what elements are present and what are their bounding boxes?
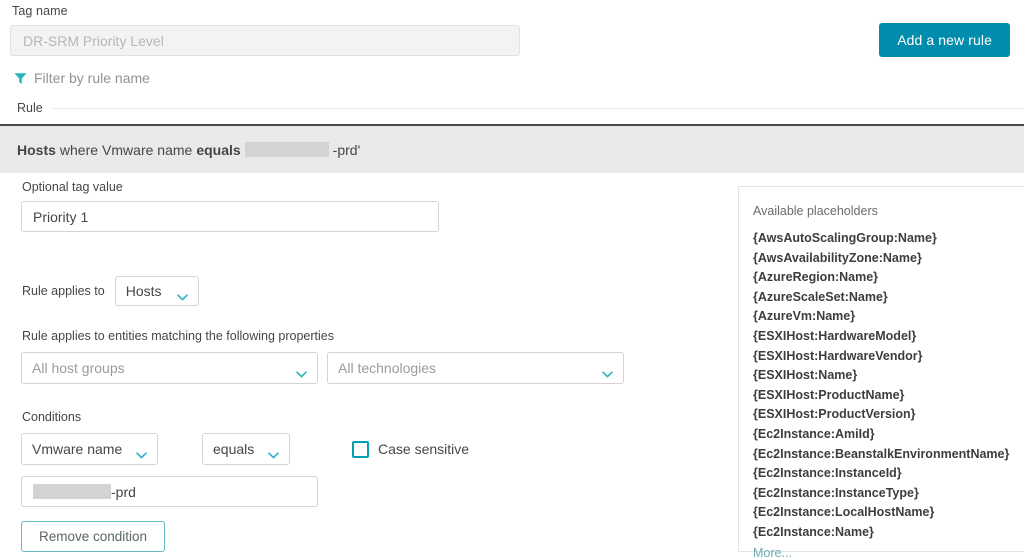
optional-tag-value-text: Priority 1 [33,208,89,225]
technologies-value: All technologies [338,360,437,376]
funnel-icon [14,72,27,85]
host-groups-select[interactable]: All host groups [21,352,318,384]
rule-applies-to-row: Rule applies to Hosts [22,276,720,306]
tag-name-label: Tag name [12,4,68,18]
available-placeholders-title: Available placeholders [753,204,878,218]
placeholder-item[interactable]: {Ec2Instance:InstanceType} [753,484,1024,504]
rule-entity-type: Hosts [17,141,56,158]
tag-name-input[interactable]: DR-SRM Priority Level [10,25,520,56]
tag-name-input-placeholder: DR-SRM Priority Level [23,32,164,49]
rule-where-keyword: where [59,141,99,158]
host-groups-value: All host groups [32,360,125,376]
remove-condition-button[interactable]: Remove condition [21,521,165,552]
filter-by-rule-name-input[interactable]: Filter by rule name [14,70,150,86]
redacted-value-block [33,484,111,499]
chevron-down-icon [176,288,188,301]
condition-value-input[interactable]: -prd [21,476,318,507]
tag-editor-header: Tag name DR-SRM Priority Level Add a new… [0,0,1024,57]
rule-summary-row[interactable]: Hosts where Vmware name equals -prd' [0,124,1024,173]
filter-placeholder-text: Filter by rule name [34,70,150,86]
rule-detail-form: Optional tag value Priority 1 Rule appli… [0,180,720,552]
placeholder-item[interactable]: {ESXIHost:ProductName} [753,386,1024,406]
rule-column-label: Rule [17,101,43,115]
condition-operator-value: equals [213,441,255,457]
placeholder-item[interactable]: {ESXIHost:Name} [753,366,1024,386]
rule-header-divider [52,107,1024,109]
placeholder-item[interactable]: {Ec2Instance:BeanstalkEnvironmentName} [753,445,1024,465]
condition-row: Vmware name equals Case sensitive [21,433,720,465]
placeholder-item[interactable]: {Ec2Instance:AmiId} [753,425,1024,445]
redacted-value-block [244,142,329,157]
placeholder-item[interactable]: {AzureScaleSet:Name} [753,288,1024,308]
placeholder-item[interactable]: {Ec2Instance:InstanceId} [753,464,1024,484]
placeholder-list: {AwsAutoScalingGroup:Name} {AwsAvailabili… [753,229,1024,543]
condition-attribute-select[interactable]: Vmware name [21,433,158,465]
placeholder-item[interactable]: {ESXIHost:ProductVersion} [753,405,1024,425]
case-sensitive-checkbox[interactable] [352,440,369,458]
placeholder-item[interactable]: {AzureRegion:Name} [753,268,1024,288]
placeholder-item[interactable]: {AwsAutoScalingGroup:Name} [753,229,1024,249]
chevron-down-icon [268,446,279,459]
chevron-down-icon [136,446,147,459]
placeholder-item[interactable]: {Ec2Instance:LocalHostName} [753,503,1024,523]
rule-column-header: Rule [0,101,1024,115]
conditions-label: Conditions [22,410,82,424]
matching-properties-row: All host groups All technologies [21,352,720,384]
placeholder-item[interactable]: {AwsAvailabilityZone:Name} [753,249,1024,269]
placeholder-item[interactable]: {AzureVm:Name} [753,307,1024,327]
placeholder-item[interactable]: {Ec2Instance:Name} [753,523,1024,543]
case-sensitive-toggle[interactable]: Case sensitive [352,440,470,458]
more-placeholders-link[interactable]: More... [753,546,792,560]
chevron-down-icon [296,365,307,378]
rule-applies-to-select[interactable]: Hosts [114,276,199,306]
rule-operator: equals [196,141,241,158]
rule-applies-to-label: Rule applies to [22,284,105,298]
add-a-new-rule-button[interactable]: Add a new rule [879,23,1010,57]
condition-operator-select[interactable]: equals [202,433,290,465]
rule-attribute: Vmware name [102,141,193,158]
rule-value-suffix: -prd' [332,141,361,158]
matching-properties-label: Rule applies to entities matching the fo… [22,329,334,343]
placeholder-item[interactable]: {ESXIHost:HardwareModel} [753,327,1024,347]
condition-attribute-value: Vmware name [32,441,123,457]
placeholder-item[interactable]: {ESXIHost:HardwareVendor} [753,347,1024,367]
optional-tag-value-label: Optional tag value [22,180,123,194]
available-placeholders-panel: Available placeholders {AwsAutoScalingGr… [738,186,1024,560]
technologies-select[interactable]: All technologies [327,352,624,384]
chevron-down-icon [602,365,613,378]
optional-tag-value-input[interactable]: Priority 1 [21,201,439,232]
rule-summary-text: Hosts where Vmware name equals -prd' [17,142,360,158]
case-sensitive-label: Case sensitive [378,441,470,457]
condition-value-suffix: -prd [111,483,136,500]
rule-applies-to-value: Hosts [125,283,162,299]
